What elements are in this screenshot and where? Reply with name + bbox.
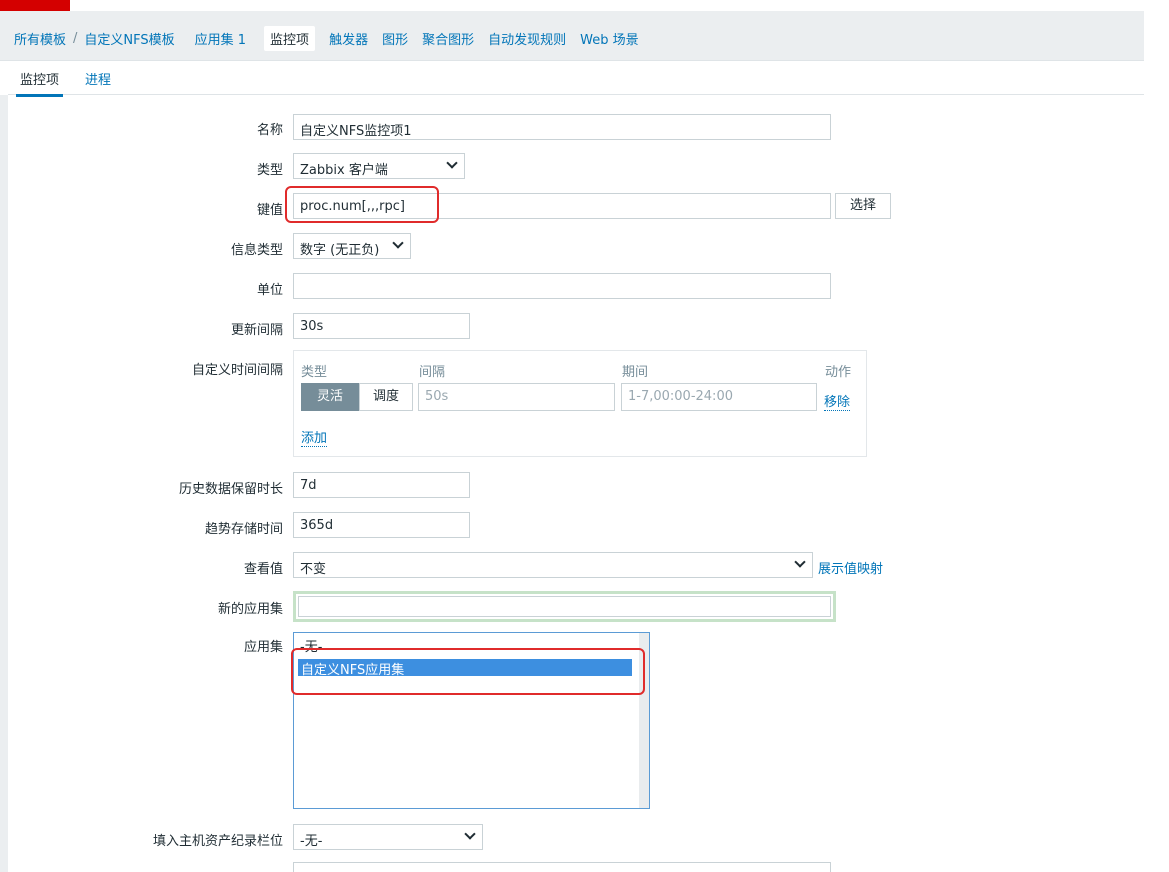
next-field-partial[interactable]	[293, 862, 831, 872]
inventory-select[interactable]: -无-	[293, 824, 483, 850]
new-application-input-inner	[298, 596, 831, 617]
value-mapping-link[interactable]: 展示值映射	[818, 558, 883, 577]
chevron-down-icon	[446, 157, 458, 169]
breadcrumb-separator: /	[73, 31, 78, 46]
info-type-select[interactable]: 数字 (无正负)	[293, 233, 411, 259]
subtab-item[interactable]: 监控项	[15, 69, 64, 97]
tab-items[interactable]: 监控项	[264, 26, 316, 51]
history-input[interactable]: 7d	[293, 472, 470, 498]
col-period-header: 期间	[622, 365, 649, 380]
inventory-select-value: -无-	[300, 834, 323, 849]
show-value-label: 查看值	[243, 562, 283, 577]
period-input[interactable]: 1-7,00:00-24:00	[621, 383, 817, 411]
update-interval-label: 更新间隔	[230, 323, 283, 338]
tab-screens[interactable]: 聚合图形	[422, 29, 474, 48]
col-action-header: 动作	[825, 365, 852, 380]
type-label: 类型	[256, 163, 283, 178]
breadcrumb: 所有模板 / 自定义NFS模板 应用集 1 监控项 触发器 图形 聚合图形 自动…	[14, 26, 639, 51]
add-interval-link[interactable]: 添加	[301, 427, 328, 447]
col-type-header: 类型	[301, 365, 328, 380]
key-select-button[interactable]: 选择	[835, 193, 891, 219]
tab-graphs[interactable]: 图形	[382, 29, 408, 48]
show-value-select[interactable]: 不变	[293, 552, 813, 578]
remove-interval-link[interactable]: 移除	[824, 391, 851, 411]
chevron-down-icon	[464, 828, 476, 840]
brand-corner-mark	[0, 0, 70, 11]
info-type-select-value: 数字 (无正负)	[300, 243, 380, 258]
key-highlight-box	[285, 186, 439, 223]
name-input[interactable]: 自定义NFS监控项1	[293, 114, 831, 140]
interval-input[interactable]: 50s	[418, 383, 615, 411]
new-application-input[interactable]	[293, 591, 836, 622]
subtab-preprocessing[interactable]: 进程	[85, 69, 111, 88]
left-gutter	[0, 95, 8, 872]
application-highlight-box	[291, 648, 645, 695]
type-select-value: Zabbix 客户端	[300, 163, 388, 178]
trends-input[interactable]: 365d	[293, 512, 470, 538]
update-interval-input[interactable]: 30s	[293, 313, 470, 339]
custom-intervals-label: 自定义时间间隔	[191, 363, 283, 378]
show-value-select-value: 不变	[300, 562, 327, 577]
form-subtabs: 监控项 进程	[8, 61, 1144, 97]
breadcrumb-all-templates[interactable]: 所有模板	[14, 29, 66, 48]
new-application-label: 新的应用集	[217, 602, 283, 617]
right-margin	[1144, 0, 1169, 872]
breadcrumb-bar: 所有模板 / 自定义NFS模板 应用集 1 监控项 触发器 图形 聚合图形 自动…	[0, 11, 1144, 61]
top-band	[0, 0, 1169, 11]
tab-applications[interactable]: 应用集 1	[195, 29, 246, 48]
type-select[interactable]: Zabbix 客户端	[293, 153, 465, 179]
tab-discovery-rules[interactable]: 自动发现规则	[488, 29, 566, 48]
trends-label: 趋势存储时间	[204, 522, 283, 537]
key-label: 键值	[256, 203, 283, 218]
name-label: 名称	[256, 123, 283, 138]
tab-web-scenarios[interactable]: Web 场景	[580, 29, 638, 48]
units-input[interactable]	[293, 273, 831, 299]
units-label: 单位	[256, 283, 283, 298]
history-label: 历史数据保留时长	[178, 482, 283, 497]
info-type-label: 信息类型	[230, 243, 283, 258]
seg-flexible-button[interactable]: 灵活	[301, 383, 359, 411]
chevron-down-icon	[392, 237, 404, 249]
breadcrumb-template[interactable]: 自定义NFS模板	[84, 29, 174, 48]
inventory-label: 填入主机资产纪录栏位	[152, 834, 283, 849]
col-interval-header: 间隔	[419, 365, 446, 380]
applications-label: 应用集	[243, 640, 283, 655]
chevron-down-icon	[794, 556, 806, 568]
seg-scheduling-button[interactable]: 调度	[359, 383, 413, 411]
tab-triggers[interactable]: 触发器	[329, 29, 368, 48]
